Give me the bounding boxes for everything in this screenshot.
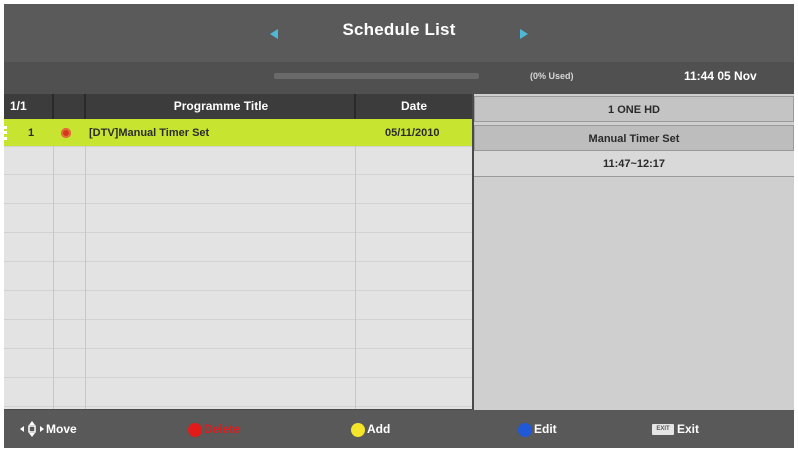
status-bar: (0% Used) 11:44 05 Nov [4,62,794,94]
column-divider [85,119,86,409]
column-divider [53,119,54,409]
exit-key-icon[interactable]: EXIT [652,424,674,435]
page-indicator: 1/1 [10,99,27,113]
record-icon [61,128,71,138]
table-row[interactable]: 1 [DTV]Manual Timer Set 05/11/2010 [4,119,472,147]
footer-hints: Move Delete Add Edit EXIT Exit [4,410,794,448]
table-row[interactable] [4,147,472,175]
table-row[interactable] [4,263,472,291]
storage-usage-text: (0% Used) [530,71,574,81]
row-title: [DTV]Manual Timer Set [89,127,210,139]
column-divider [355,119,356,409]
detail-event: Manual Timer Set [474,125,794,151]
yellow-button-icon[interactable] [351,423,365,437]
table-row[interactable] [4,350,472,378]
header-bar: Schedule List [4,4,794,62]
column-divider [52,94,54,119]
tv-screen: Schedule List (0% Used) 11:44 05 Nov 1/1… [4,4,794,448]
column-header-title: Programme Title [173,99,269,113]
column-header-date: Date [400,99,427,113]
red-button-icon[interactable] [188,423,202,437]
table-row[interactable] [4,176,472,204]
table-row[interactable] [4,379,472,407]
blue-button-icon[interactable] [518,423,532,437]
edit-hint-label[interactable]: Edit [534,410,557,448]
row-date: 05/11/2010 [385,127,440,139]
table-row[interactable] [4,321,472,349]
clock: 11:44 05 Nov [684,69,757,83]
row-index: 1 [28,127,35,139]
schedule-list: 1 [DTV]Manual Timer Set 05/11/2010 [4,119,472,409]
move-arrows-icon [20,421,44,437]
table-row[interactable] [4,292,472,320]
add-hint-label[interactable]: Add [367,410,390,448]
detail-panel: 1 ONE HD Manual Timer Set 11:47~12:17 [474,94,794,410]
delete-hint-label[interactable]: Delete [204,410,240,448]
list-header: 1/1 Programme Title Date [4,94,472,119]
table-row[interactable] [4,234,472,262]
exit-hint-label[interactable]: Exit [677,410,699,448]
move-hint-label: Move [46,422,77,436]
detail-channel: 1 ONE HD [474,96,794,122]
detail-time: 11:47~12:17 [474,151,794,177]
storage-usage-bar [274,73,479,79]
selection-marker [4,126,11,140]
table-row[interactable] [4,205,472,233]
arrow-right-icon [520,29,528,39]
page-title: Schedule List [342,20,456,39]
